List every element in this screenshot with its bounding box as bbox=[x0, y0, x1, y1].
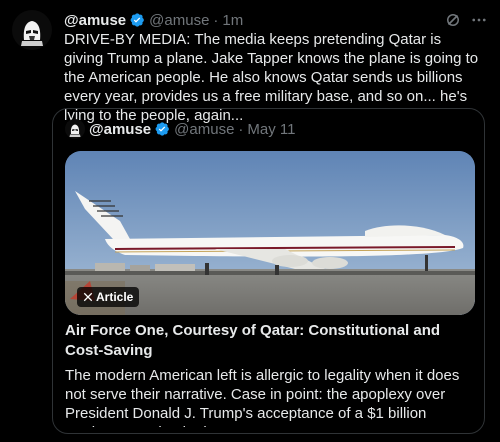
verified-badge-icon bbox=[155, 122, 169, 136]
separator-dot: · bbox=[238, 120, 244, 138]
quoted-avatar[interactable] bbox=[65, 119, 85, 139]
quoted-display-name[interactable]: @amuse bbox=[89, 121, 151, 138]
quoted-post[interactable]: @amuse @amuse · May 11 Article Air Force… bbox=[52, 108, 485, 434]
quoted-date[interactable]: May 11 bbox=[247, 121, 295, 138]
article-badge-label: Article bbox=[96, 290, 134, 304]
avatar[interactable] bbox=[12, 10, 52, 50]
handle[interactable]: @amuse bbox=[149, 12, 209, 29]
grok-icon[interactable] bbox=[444, 11, 462, 29]
post-header: @amuse @amuse · 1m bbox=[64, 10, 488, 30]
article-card[interactable]: Article Air Force One, Courtesy of Qatar… bbox=[65, 151, 475, 427]
separator-dot: · bbox=[213, 11, 219, 29]
article-description: The modern American left is allergic to … bbox=[65, 367, 460, 427]
more-icon[interactable] bbox=[470, 11, 488, 29]
article-title[interactable]: Air Force One, Courtesy of Qatar: Consti… bbox=[65, 321, 475, 361]
display-name[interactable]: @amuse bbox=[64, 12, 126, 29]
x-logo-icon bbox=[83, 292, 93, 302]
quoted-header: @amuse @amuse · May 11 bbox=[65, 119, 295, 139]
verified-badge-icon bbox=[130, 13, 144, 27]
timestamp[interactable]: 1m bbox=[222, 12, 243, 29]
quoted-handle[interactable]: @amuse bbox=[174, 121, 234, 138]
article-badge: Article bbox=[77, 287, 140, 307]
